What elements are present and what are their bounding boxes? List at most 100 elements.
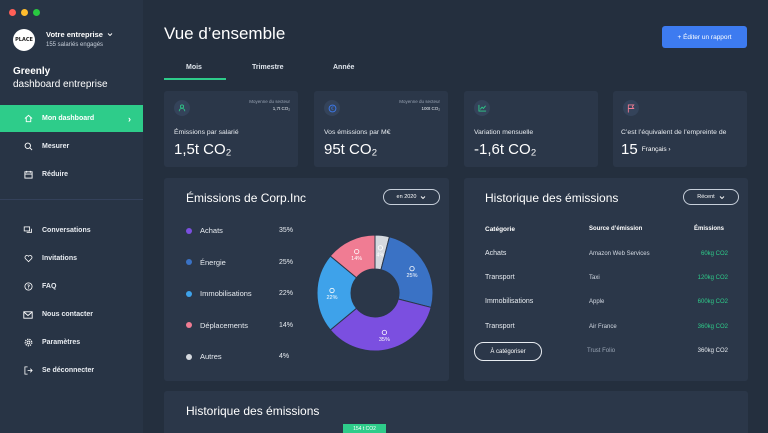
legend-percent: 25% xyxy=(279,258,294,266)
legend-dot xyxy=(186,227,192,234)
sidebar-item-settings[interactable]: Paramètres xyxy=(0,329,143,356)
row-source: Air France xyxy=(589,324,617,330)
legend-dot xyxy=(186,259,192,265)
stat-value: 1,5t CO₂ xyxy=(174,141,232,158)
active-tab-indicator xyxy=(164,78,226,80)
edit-report-button[interactable]: + Éditer un rapport xyxy=(662,26,747,48)
stat-card-per-million: € Moyenne du secteur 100t CO₂ Vos émissi… xyxy=(314,91,448,167)
brand-name: Greenly xyxy=(13,66,51,77)
stat-card-monthly-variation: Variation mensuelle -1,6t CO₂ xyxy=(464,91,598,167)
row-category: Transport xyxy=(485,323,515,330)
person-icon xyxy=(174,100,190,116)
sidebar-item-label: Mesurer xyxy=(42,143,70,150)
sidebar-item-label: Se déconnecter xyxy=(42,367,95,374)
legend-item: Immobilisations 22% xyxy=(186,289,296,298)
sidebar-item-faq[interactable]: ? FAQ xyxy=(0,273,143,300)
sidebar-item-conversations[interactable]: Conversations xyxy=(0,217,143,244)
logout-icon xyxy=(23,366,33,376)
sidebar-item-logout[interactable]: Se déconnecter xyxy=(0,357,143,384)
svg-text:?: ? xyxy=(27,284,30,290)
legend-percent: 14% xyxy=(279,321,294,329)
row-source: Trust Folio xyxy=(587,348,616,354)
legend-item: Achats 35% xyxy=(186,226,296,235)
sector-average-label: Moyenne du secteur xyxy=(249,99,290,104)
chevron-down-icon xyxy=(719,195,725,199)
company-name: Votre entreprise xyxy=(46,30,103,39)
euro-icon: € xyxy=(324,100,340,116)
gear-icon xyxy=(23,338,33,348)
sidebar-item-label: Nous contacter xyxy=(42,311,93,318)
company-switcher[interactable]: Votre entreprise xyxy=(46,30,113,39)
chat-icon xyxy=(23,226,33,236)
chart-icon xyxy=(474,100,490,116)
chevron-right-icon: › xyxy=(128,113,131,124)
row-emission: 120kg CO2 xyxy=(697,275,728,281)
sidebar: PLACE Votre entreprise 155 salariés enga… xyxy=(0,0,143,433)
tab-trimestre[interactable]: Trimestre xyxy=(252,64,284,71)
question-icon: ? xyxy=(23,282,33,292)
donut-slice[interactable] xyxy=(380,236,434,309)
stat-label: Vos émissions par M€ xyxy=(324,129,391,136)
row-source: Apple xyxy=(589,299,605,305)
legend-dot xyxy=(186,322,192,328)
history-chart-title: Historique des émissions xyxy=(186,404,320,418)
close-window-button[interactable] xyxy=(9,9,16,16)
emissions-title: Émissions de Corp.Inc xyxy=(186,191,307,205)
donut-slice-label: 4% xyxy=(376,252,384,258)
sidebar-item-label: Réduire xyxy=(42,171,69,178)
sidebar-item-label: Invitations xyxy=(42,255,78,262)
stat-card-per-employee: Moyenne du secteur 1,7t CO₂ Émissions pa… xyxy=(164,91,298,167)
sector-average-label: Moyenne du secteur xyxy=(399,99,440,104)
maximize-window-button[interactable] xyxy=(33,9,40,16)
legend-percent: 4% xyxy=(279,353,290,360)
row-category: Achats xyxy=(485,250,507,257)
emissions-donut-chart: 4% 25% 35% 22% 14% xyxy=(316,234,434,352)
legend-label: Achats xyxy=(200,226,223,235)
legend-label: Déplacements xyxy=(200,320,248,330)
row-category: Transport xyxy=(485,274,515,281)
history-chart-value-tag: 154 t CO2 xyxy=(343,424,386,433)
chevron-down-icon xyxy=(421,195,426,199)
stat-label: Émissions par salarié xyxy=(174,129,239,136)
stat-label: C’est l’équivalent de l’empreinte de xyxy=(621,129,727,136)
column-header-emissions: Émissions xyxy=(694,226,725,232)
categorize-button[interactable]: À catégoriser xyxy=(474,342,542,361)
tab-annee[interactable]: Année xyxy=(333,64,354,71)
stat-value: 15 xyxy=(621,141,638,158)
stat-value: -1,6t CO₂ xyxy=(474,141,537,158)
sidebar-item-label: Paramètres xyxy=(42,339,81,346)
row-emission: 360kg CO2 xyxy=(697,348,728,354)
recent-filter-button[interactable]: Récent xyxy=(683,189,739,205)
column-header-category: Catégorie xyxy=(485,226,515,233)
row-source: Amazon Web Services xyxy=(589,251,650,257)
mail-icon xyxy=(23,310,33,320)
sidebar-item-dashboard[interactable]: Mon dashboard › xyxy=(0,105,143,132)
company-employee-count: 155 salariés engagés xyxy=(46,42,104,48)
recent-filter-label: Récent xyxy=(697,194,715,200)
sidebar-item-contact[interactable]: Nous contacter xyxy=(0,301,143,328)
sidebar-item-invitations[interactable]: Invitations xyxy=(0,245,143,272)
equivalent-link[interactable]: Français › xyxy=(642,146,671,153)
donut-slice-label: 22% xyxy=(326,295,337,301)
sidebar-item-mesurer[interactable]: Mesurer xyxy=(0,133,143,160)
company-logo: PLACE xyxy=(13,29,35,51)
legend-label: Immobilisations xyxy=(200,289,252,298)
stat-value-row: 15 Français › xyxy=(621,141,671,158)
minimize-window-button[interactable] xyxy=(21,9,28,16)
row-emission: 600kg CO2 xyxy=(697,299,728,305)
sidebar-item-reduire[interactable]: Réduire xyxy=(0,161,143,188)
legend-label: Énergie xyxy=(200,257,226,267)
donut-slice-label: 14% xyxy=(351,256,362,262)
year-filter-button[interactable]: en 2020 xyxy=(383,189,440,205)
legend-dot xyxy=(186,290,192,297)
home-icon xyxy=(23,114,33,124)
window-controls xyxy=(9,9,40,16)
search-icon xyxy=(23,142,33,152)
tab-mois[interactable]: Mois xyxy=(186,64,202,71)
sector-average-value: 100t CO₂ xyxy=(421,106,440,111)
flag-icon xyxy=(623,100,639,116)
legend-item: Déplacements 14% xyxy=(186,321,296,330)
sector-average-value: 1,7t CO₂ xyxy=(272,106,290,111)
year-filter-label: en 2020 xyxy=(396,194,417,200)
sidebar-item-label: Mon dashboard xyxy=(42,115,95,122)
